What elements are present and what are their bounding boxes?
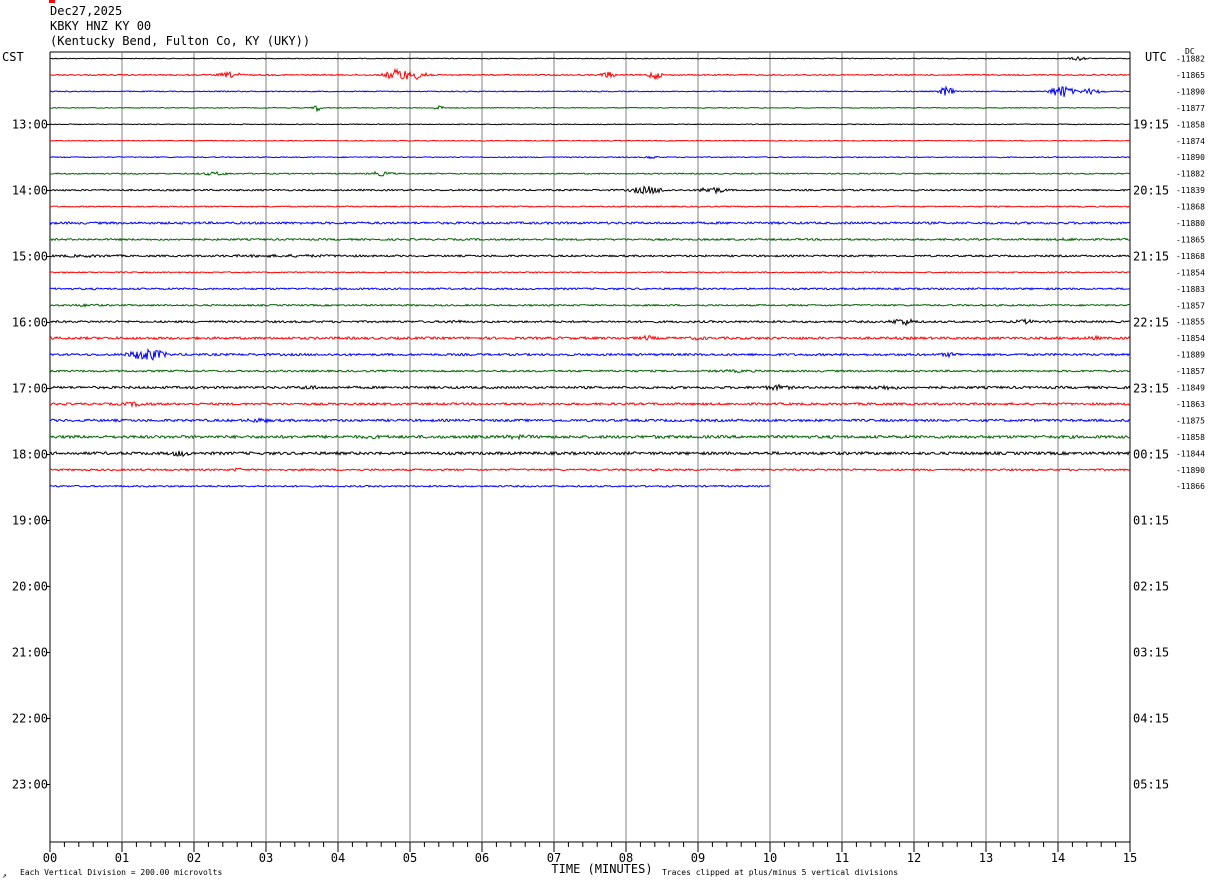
x-tick-label: 01 [115,851,129,865]
trace-line [49,450,1131,458]
trace-offset-label: -11865 [1176,71,1205,80]
trace-offset-label: -11875 [1176,416,1205,425]
trace-line [49,85,1131,97]
trace-offset-label: -11857 [1176,301,1205,310]
axis-labels: 00 01 02 03 04 05 06 07 08 09 10 11 12 13 14 1513:0014:… [12,55,1205,866]
left-hour-label: 18:00 [12,448,48,462]
trace-line [49,237,1131,242]
trace-line [49,467,1131,472]
corner-arrow-icon: ↗ [2,871,7,880]
trace-line [49,271,1131,274]
x-tick-label: 12 [907,851,921,865]
left-hour-label: 20:00 [12,580,48,594]
trace-offset-label: -11883 [1176,285,1205,294]
x-tick-label: 09 [691,851,705,865]
right-hour-label: 00:15 [1133,448,1169,462]
scale-note: Each Vertical Division = 200.00 microvol… [20,868,222,877]
helicorder-plot: 00 01 02 03 04 05 06 07 08 09 10 11 12 13 14 1513:0014:… [2,51,1205,880]
trace-line [49,123,1131,126]
trace-offset-label: -11858 [1176,120,1205,129]
right-hour-label: 19:15 [1133,118,1169,132]
left-hour-label: 15:00 [12,250,48,264]
trace-line [49,185,1131,195]
trace-offset-label: -11890 [1176,466,1205,475]
x-tick-label: 11 [835,851,849,865]
trace-offset-label: -11844 [1176,449,1205,458]
left-hour-label: 16:00 [12,316,48,330]
trace-line [49,220,1131,226]
trace-offset-label: -11874 [1176,137,1205,146]
trace-line [49,417,1131,424]
x-tick-label: 15 [1123,851,1137,865]
trace-line [49,155,1131,160]
right-hour-label: 23:15 [1133,382,1169,396]
left-hour-label: 19:00 [12,514,48,528]
left-hour-label: 23:00 [12,778,48,792]
x-axis-title: TIME (MINUTES) [551,862,652,876]
x-tick-label: 03 [259,851,273,865]
trace-offset-label: -11854 [1176,334,1205,343]
right-hour-label: 01:15 [1133,514,1169,528]
trace-offset-label: -11857 [1176,367,1205,376]
trace-offset-label: -11858 [1176,433,1205,442]
trace-line [49,287,1131,291]
trace-offset-label: -11868 [1176,203,1205,212]
left-hour-label: 13:00 [12,118,48,132]
trace-offset-label: -11877 [1176,104,1205,113]
left-hour-label: 14:00 [12,184,48,198]
trace-offset-label: -11882 [1176,170,1205,179]
trace-offset-label: -11882 [1176,55,1205,64]
trace-line [49,401,1131,408]
trace-line [49,170,1131,177]
x-tick-label: 05 [403,851,417,865]
trace-line [49,368,1131,374]
right-hour-label: 05:15 [1133,778,1169,792]
trace-line [49,433,1131,441]
right-hour-label: 03:15 [1133,646,1169,660]
trace-offset-label: -11855 [1176,318,1205,327]
left-hour-label: 22:00 [12,712,48,726]
trace-line [49,253,1131,259]
trace-offset-label: -11868 [1176,252,1205,261]
trace-line [49,317,1131,327]
x-tick-label: 13 [979,851,993,865]
trace-line [49,303,1131,308]
trace-offset-label: -11880 [1176,219,1205,228]
left-hour-label: 17:00 [12,382,48,396]
trace-offset-label: -11854 [1176,268,1205,277]
trace-line [49,383,1131,392]
trace-line [49,55,1131,62]
clip-note: Traces clipped at plus/minus 5 vertical … [662,868,898,877]
trace-offset-label: -11865 [1176,235,1205,244]
right-hour-label: 02:15 [1133,580,1169,594]
x-tick-label: 02 [187,851,201,865]
x-tick-label: 04 [331,851,345,865]
right-hour-label: 22:15 [1133,316,1169,330]
trace-line [49,334,1131,342]
right-hour-label: 04:15 [1133,712,1169,726]
left-hour-label: 21:00 [12,646,48,660]
trace-offset-label: -11889 [1176,351,1205,360]
trace-offset-label: -11890 [1176,153,1205,162]
trace-line [49,67,1131,81]
x-tick-label: 00 [43,851,57,865]
x-tick-label: 14 [1051,851,1065,865]
trace-line [49,347,1131,361]
trace-offset-label: -11839 [1176,186,1205,195]
right-hour-label: 20:15 [1133,184,1169,198]
right-hour-label: 21:15 [1133,250,1169,264]
trace-offset-label: -11890 [1176,87,1205,96]
trace-offset-label: -11866 [1176,482,1205,491]
trace-offset-label: -11863 [1176,400,1205,409]
x-tick-label: 10 [763,851,777,865]
x-tick-label: 06 [475,851,489,865]
trace-offset-label: -11849 [1176,384,1205,393]
trace-line [49,205,1131,208]
traces [49,55,1131,488]
trace-line [49,105,1131,113]
trace-line [49,139,1131,142]
